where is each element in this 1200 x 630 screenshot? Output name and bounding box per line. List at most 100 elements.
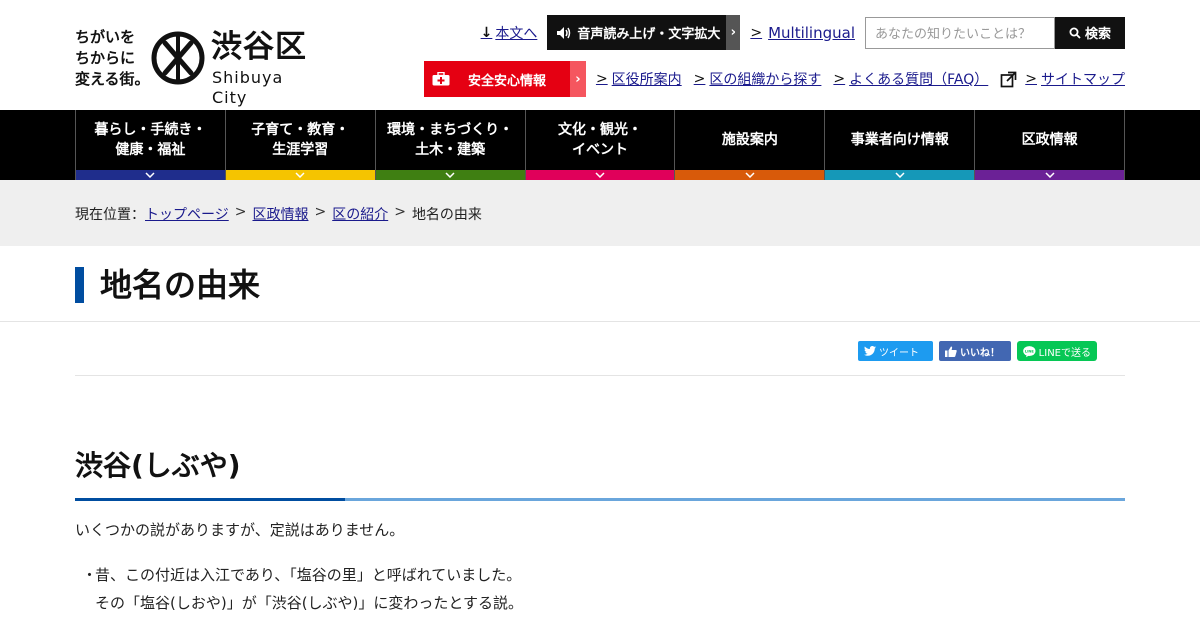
chevron-right-icon: › [726,15,741,50]
gnav-color-bar [975,170,1125,180]
gnav-item-label: 子育て・教育・ 生涯学習 [251,120,349,160]
global-nav: 暮らし・手続き・ 健康・福祉 子育て・教育・ 生涯学習 環境・まちづくり・ 土木・建築 文化… [0,110,1200,180]
gnav-item-label: 施設案内 [722,130,778,150]
breadcrumb-link-top[interactable]: トップページ [145,204,229,224]
gnav-item-line-2: 健康・福祉 [115,142,186,158]
gnav-item-line-2: イベント [572,142,628,158]
chevron-down-icon [595,172,605,178]
breadcrumb-separator: > [314,204,327,220]
list-item-line-1: 昔、この付近は入江であり、「塩谷の里」と呼ばれていました。 [95,566,522,584]
gnav-color-bar [675,170,825,180]
like-label: いいね！ [960,347,1000,359]
line-share-button[interactable]: LINE LINEで送る [1017,341,1097,361]
chevron-down-icon [145,172,155,178]
gnav-item-label: 文化・観光・ イベント [558,120,642,160]
gnav-color-bar [76,170,225,180]
logo-kanji: 渋谷区 [211,29,307,65]
title-accent-bar [75,267,84,303]
office-guide-label: 区役所案内 [611,72,682,88]
facebook-like-button[interactable]: いいね！ [939,341,1011,361]
share-buttons: ツイート いいね！ LINE LINEで送る [858,341,1097,361]
chevron-down-icon [895,172,905,178]
gnav-color-bar [375,170,525,180]
gnav-item-label: 環境・まちづくり・ 土木・建築 [387,120,513,160]
gnav-item-line-1: 区政情報 [1021,132,1078,148]
chevron-down-icon [745,172,755,178]
multilingual-link[interactable]: > Multilingual [750,24,855,42]
gnav-item-line-2: 土木・建築 [415,142,486,158]
chevron-right-icon: > [595,71,608,87]
logo-tagline: ちがいを ちからに 変える街。 [75,27,153,90]
line-logo-icon: LINE [1023,345,1036,357]
tagline-line-2: ちからに [75,49,136,67]
gnav-item[interactable]: 子育て・教育・ 生涯学習 [225,110,376,180]
gnav-item[interactable]: 文化・観光・ イベント [525,110,676,180]
chevron-right-icon: › [569,61,586,97]
voice-button-label: 音声読み上げ・文字拡大 [577,27,721,42]
search-input[interactable]: あなたの知りたいことは？ [865,16,1055,49]
voice-reader-button[interactable]: 音声読み上げ・文字拡大 › [547,15,741,50]
chevron-right-icon: > [1025,71,1037,87]
breadcrumb-current: 地名の由来 [411,207,482,223]
link-office-guide[interactable]: > 区役所案内 [596,69,682,89]
breadcrumb-separator: > [394,204,406,220]
breadcrumb-label: 現在位置： [75,207,145,223]
search-placeholder: あなたの知りたいことは？ [875,27,1032,42]
site-header: ちがいを ちからに 変える街。 渋谷区 Shibuya City ↓ 本文へ 音… [0,0,1200,110]
chevron-right-icon: > [693,71,706,87]
skip-link-label: 本文へ [495,25,538,42]
multilingual-label: Multilingual [768,23,855,42]
lead-paragraph: いくつかの説がありますが、定説はありません。 [75,521,405,539]
gnav-item-line-1: 事業者向け情報 [850,132,949,148]
gnav-item-label: 区政情報 [1022,130,1078,150]
utility-row-top: ↓ 本文へ 音声読み上げ・文字拡大 › > Multilingual あなたの知… [481,15,1125,50]
organization-label: 区の組織から探す [709,72,822,88]
gnav-item[interactable]: 事業者向け情報 [825,110,976,180]
chevron-right-icon: > [833,71,846,87]
tweet-label: ツイート [879,347,919,359]
page-title: 地名の由来 [100,266,261,304]
skip-to-content-link[interactable]: ↓ 本文へ [481,23,538,43]
gnav-item[interactable]: 環境・まちづくり・ 土木・建築 [375,110,526,180]
breadcrumb: 現在位置： トップページ > 区政情報 > 区の紹介 > 地名の由来 [0,180,1200,246]
list-item-line-2: その「塩谷(しおや)」が「渋谷(しぶや)」に変わったとする説。 [95,594,523,612]
link-organization[interactable]: > 区の組織から探す [694,69,822,89]
gnav-item-line-2: 生涯学習 [272,142,329,158]
site-logo[interactable]: ちがいを ちからに 変える街。 渋谷区 Shibuya City [75,27,320,107]
safety-info-button[interactable]: 安全安心情報 › [423,61,586,97]
tagline-line-3: 変える街。 [75,70,150,88]
search-button-label: 検索 [1084,27,1111,42]
svg-text:LINE: LINE [1025,349,1035,353]
link-faq[interactable]: > よくある質問（FAQ） [833,69,988,89]
thumbs-up-icon [945,346,957,357]
search-button[interactable]: 検索 [1055,16,1125,49]
breadcrumb-link-admin[interactable]: 区政情報 [252,204,308,224]
gnav-item-line-1: 子育て・教育・ [251,122,350,138]
twitter-bird-icon [864,346,876,356]
line-label: LINEで送る [1038,347,1091,359]
page-title-section: 地名の由来 [0,246,1200,322]
gnav-item[interactable]: 区政情報 [975,110,1126,180]
breadcrumb-link-intro[interactable]: 区の紹介 [332,204,388,224]
heading-underline [75,498,1125,501]
gnav-item[interactable]: 暮らし・手続き・ 健康・福祉 [76,110,226,180]
shibuya-emblem-icon [151,31,205,85]
link-sitemap[interactable]: > サイトマップ [1025,69,1125,89]
breadcrumb-trail: 現在位置： トップページ > 区政情報 > 区の紹介 > 地名の由来 [75,204,482,224]
chevron-right-icon: > [750,24,763,41]
gnav-item[interactable]: 施設案内 [675,110,826,180]
gnav-color-bar [825,170,975,180]
first-aid-kit-icon [432,72,450,86]
global-nav-items: 暮らし・手続き・ 健康・福祉 子育て・教育・ 生涯学習 環境・まちづくり・ 土木・建築 文化… [75,110,1126,180]
gnav-item-line-1: 文化・観光・ [558,122,642,138]
tweet-button[interactable]: ツイート [858,341,933,361]
gnav-item-label: 事業者向け情報 [851,130,949,150]
faq-label: よくある質問（FAQ） [849,72,989,88]
chevron-down-icon [295,172,305,178]
section-heading: 渋谷(しぶや) [75,449,241,482]
breadcrumb-separator: > [234,204,247,220]
heading-underline-accent [75,498,345,501]
search-icon [1069,27,1081,39]
share-row: ツイート いいね！ LINE LINEで送る [75,322,1125,376]
chevron-down-icon [1045,172,1055,178]
